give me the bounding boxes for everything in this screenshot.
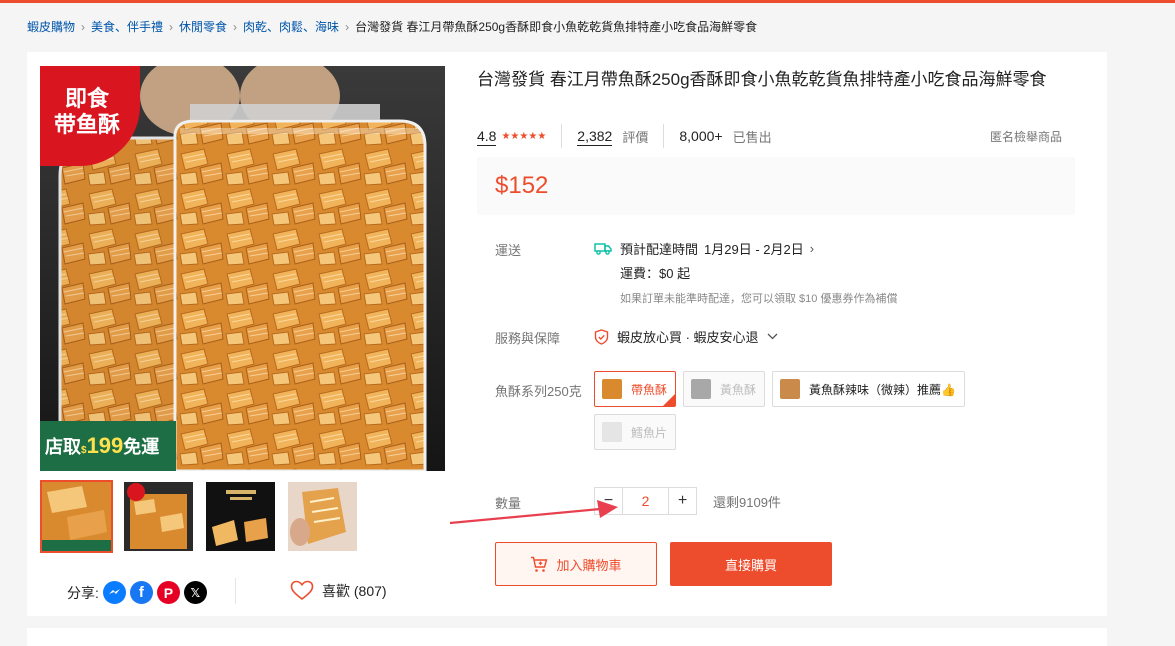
- truck-icon: [594, 242, 612, 255]
- breadcrumb-item-jerky[interactable]: 肉乾、肉鬆、海味: [243, 18, 339, 35]
- breadcrumb: 蝦皮購物 › 美食、伴手禮 › 休閒零食 › 肉乾、肉鬆、海味 › 台灣發貨 春…: [27, 18, 757, 35]
- eta-prefix: 預計配達時間: [620, 241, 699, 257]
- badge-amount: 199: [86, 433, 124, 458]
- badge-line-2: 带鱼酥: [53, 112, 120, 137]
- quantity-input[interactable]: 2: [623, 487, 668, 515]
- product-main-image[interactable]: 即食 带鱼酥 店取 $ 199 免運: [40, 66, 445, 471]
- star-rating-icon: ★★★★★: [501, 130, 547, 142]
- variant-option-1[interactable]: 帶魚酥: [594, 371, 677, 407]
- breadcrumb-item-snacks[interactable]: 休閒零食: [179, 18, 227, 35]
- breadcrumb-item-food[interactable]: 美食、伴手禮: [91, 18, 163, 35]
- sold-count: 8,000+: [679, 128, 723, 144]
- shipping-info: 預計配達時間 1月29日 - 2月2日 › 運費：$0 起 如果訂單未能準時配達…: [594, 239, 897, 306]
- badge-prefix: 店取: [45, 437, 81, 457]
- variant-option-3[interactable]: 黃魚酥辣味（微辣）推薦👍: [772, 371, 965, 407]
- shipping-guarantee-note: 如果訂單未能準時配達，您可以領取 $10 優惠券作為補償: [620, 293, 898, 305]
- thumbnail-1[interactable]: [40, 480, 113, 553]
- rating-divider: [561, 124, 563, 148]
- rating-row: 4.8 ★★★★★ 2,382 評價 8,000+ 已售出 匿名檢舉商品: [477, 124, 1077, 148]
- shipping-label: 運送: [495, 243, 522, 258]
- thumbnail-3[interactable]: [204, 480, 277, 553]
- badge-line-1: 即食: [64, 86, 109, 111]
- free-shipping-badge: 店取 $ 199 免運: [40, 421, 176, 471]
- guarantee-text: 蝦皮放心買 · 蝦皮安心退: [617, 330, 759, 345]
- share-label: 分享:: [67, 584, 99, 601]
- variant-label-text: 黃魚酥: [720, 382, 757, 397]
- pinterest-icon[interactable]: P: [156, 581, 180, 604]
- eta-range: 1月29日 - 2月2日: [704, 241, 804, 257]
- shield-icon: [594, 328, 609, 345]
- add-to-cart-label: 加入購物車: [556, 557, 622, 573]
- review-label: 評價: [622, 129, 649, 145]
- share-divider: [235, 578, 236, 604]
- thumbnail-2[interactable]: [122, 480, 195, 553]
- variant-options: 帶魚酥 黃魚酥 黃魚酥辣味（微辣）推薦👍 鱈魚片: [594, 371, 1014, 450]
- variant-label-text: 帶魚酥: [631, 382, 668, 397]
- chevron-right-icon: ›: [233, 19, 238, 34]
- breadcrumb-current: 台灣發貨 春江月帶魚酥250g香酥即食小魚乾乾貨魚排特產小吃食品海鮮零食: [355, 20, 758, 34]
- quantity-label: 數量: [495, 496, 522, 511]
- top-accent-bar: [0, 0, 1175, 3]
- add-to-cart-button[interactable]: 加入購物車: [495, 542, 657, 586]
- quantity-stepper: − 2 + 還剩9109件: [594, 487, 781, 515]
- shipping-fee: 運費：$0 起: [620, 266, 691, 281]
- guarantee-label: 服務與保障: [495, 331, 561, 346]
- chevron-right-icon: ›: [81, 19, 86, 34]
- variant-option-2[interactable]: 黃魚酥: [683, 371, 766, 407]
- messenger-icon[interactable]: [102, 581, 126, 604]
- variant-thumbnail: [780, 379, 801, 399]
- product-details-card: [27, 628, 1107, 646]
- product-card: 即食 带鱼酥 店取 $ 199 免運 分享: f P 𝕏 喜歡 (807) 台灣…: [27, 52, 1107, 616]
- chevron-right-icon: ›: [169, 19, 174, 34]
- buy-now-button[interactable]: 直接購買: [670, 542, 832, 586]
- stock-remaining: 還剩9109件: [713, 494, 781, 510]
- product-price: $152: [495, 172, 549, 199]
- guarantee-dropdown[interactable]: 蝦皮放心買 · 蝦皮安心退: [594, 327, 786, 346]
- variant-label-text: 黃魚酥辣味（微辣）推薦👍: [809, 382, 956, 397]
- price-box: $152: [477, 157, 1075, 215]
- quantity-plus-button[interactable]: +: [668, 487, 697, 515]
- x-icon[interactable]: 𝕏: [183, 581, 207, 604]
- rating-score[interactable]: 4.8: [477, 127, 497, 146]
- variant-thumbnail: [602, 379, 622, 399]
- share-row: 分享: f P 𝕏: [67, 581, 207, 604]
- shipping-eta[interactable]: 預計配達時間 1月29日 - 2月2日 ›: [594, 239, 897, 257]
- rating-divider: [663, 124, 665, 148]
- report-link[interactable]: 匿名檢舉商品: [990, 128, 1062, 145]
- breadcrumb-item-shopee[interactable]: 蝦皮購物: [27, 18, 75, 35]
- cart-icon: [531, 556, 548, 572]
- sold-label: 已售出: [732, 129, 772, 145]
- variant-thumbnail: [602, 422, 622, 442]
- variant-label: 魚酥系列250克: [495, 384, 582, 399]
- review-count[interactable]: 2,382: [577, 127, 613, 146]
- chevron-down-icon: [767, 333, 778, 340]
- chevron-right-icon: ›: [809, 240, 815, 256]
- badge-suffix: 免運: [123, 437, 160, 457]
- like-label: 喜歡 (807): [322, 582, 387, 599]
- product-title: 台灣發貨 春江月帶魚酥250g香酥即食小魚乾乾貨魚排特產小吃食品海鮮零食: [477, 70, 1047, 89]
- variant-thumbnail: [691, 379, 712, 399]
- thumbnail-4[interactable]: [286, 480, 359, 553]
- chevron-right-icon: ›: [345, 19, 350, 34]
- heart-icon: [290, 580, 314, 601]
- facebook-icon[interactable]: f: [129, 581, 153, 604]
- variant-label-text: 鱈魚片: [631, 425, 668, 440]
- like-button[interactable]: 喜歡 (807): [290, 580, 387, 601]
- quantity-minus-button[interactable]: −: [594, 487, 623, 515]
- thumbnail-strip: [40, 480, 359, 553]
- variant-option-4[interactable]: 鱈魚片: [594, 414, 677, 450]
